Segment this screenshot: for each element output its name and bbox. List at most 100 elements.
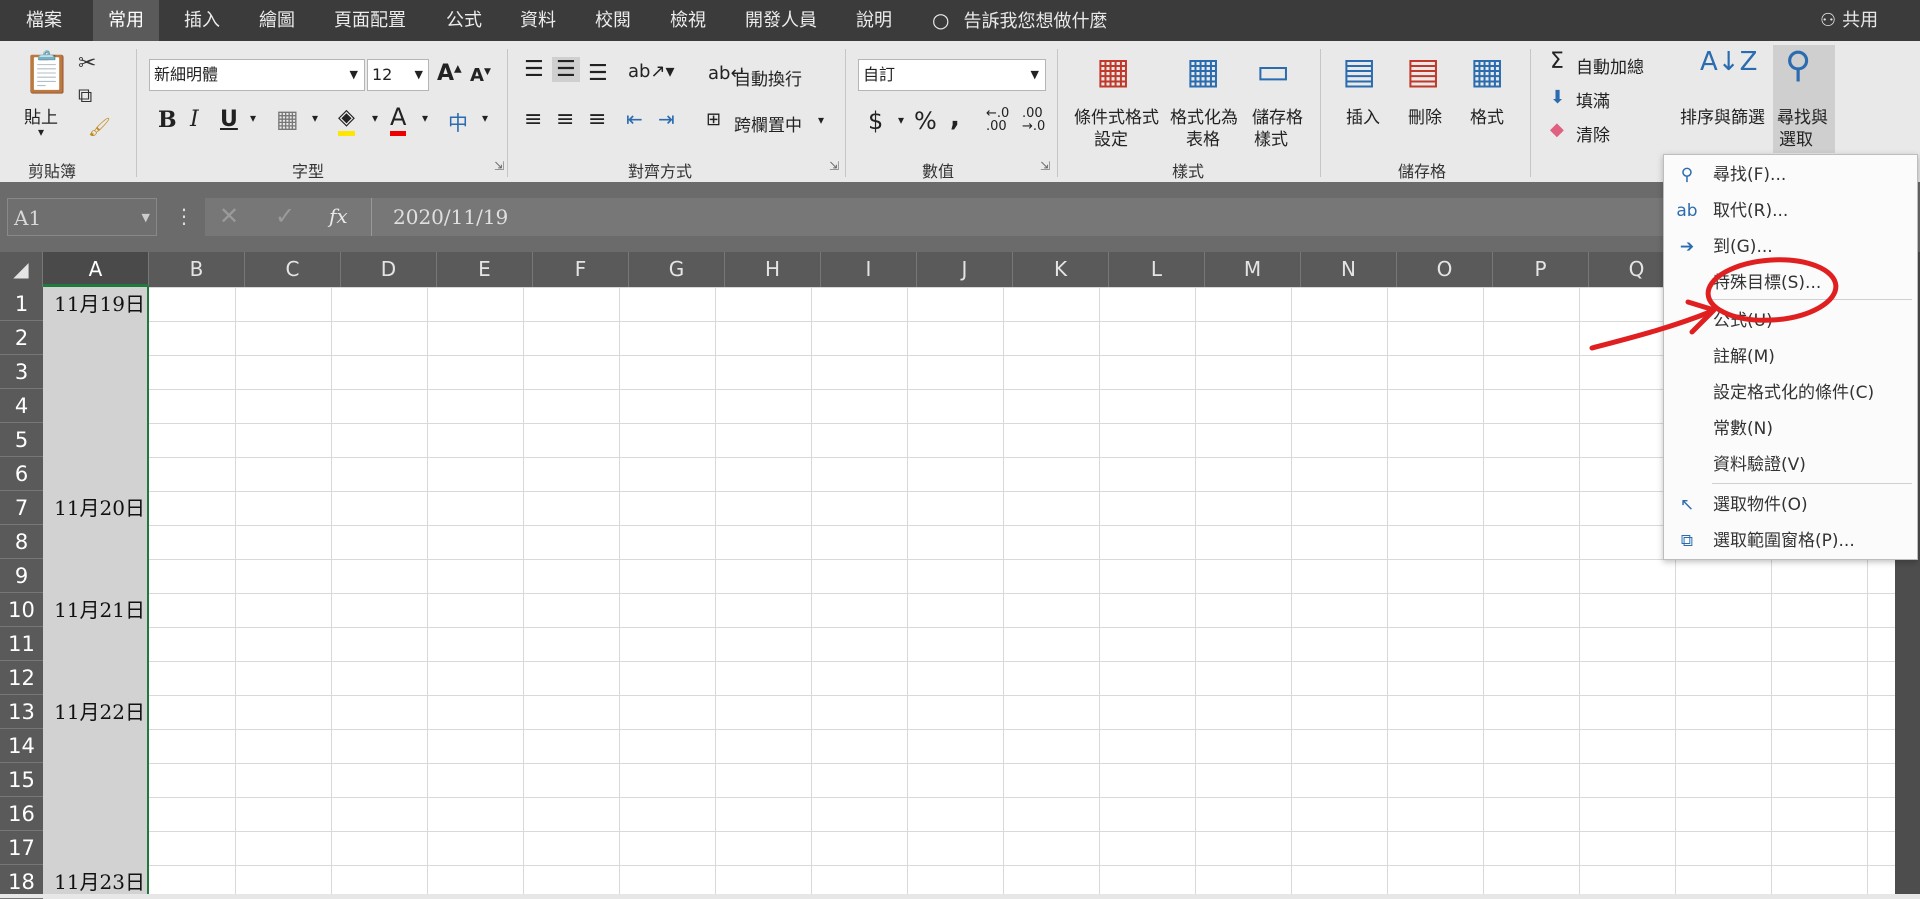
row-header-10[interactable]: 10 — [0, 593, 43, 627]
share-button[interactable]: ⚇ 共用 — [1820, 0, 1878, 41]
decrease-indent-icon[interactable]: ⇤ — [626, 107, 643, 131]
eraser-icon[interactable]: ◆ — [1550, 119, 1564, 140]
format-painter-icon[interactable]: 🖌 — [88, 117, 111, 138]
tab-data[interactable]: 資料 — [520, 0, 556, 41]
autosum-button[interactable]: 自動加總 — [1576, 53, 1644, 78]
phonetic-icon[interactable]: 中 — [448, 107, 468, 136]
column-header-k[interactable]: K — [1013, 252, 1109, 287]
sort-filter-button[interactable]: 排序與篩選 — [1680, 103, 1765, 128]
row-header-15[interactable]: 15 — [0, 763, 43, 797]
row-header-11[interactable]: 11 — [0, 627, 43, 661]
tab-developer[interactable]: 開發人員 — [745, 0, 817, 41]
column-header-j[interactable]: J — [917, 252, 1013, 287]
menu-item-7[interactable]: 設定格式化的條件(C) — [1664, 377, 1917, 409]
tell-me-search[interactable]: ○ 告訴我您想做什麼 — [932, 0, 1107, 41]
cell-a10[interactable]: 11月21日 — [43, 593, 149, 627]
increase-indent-icon[interactable]: ⇥ — [658, 107, 675, 131]
conditional-formatting-button-line2[interactable]: 設定 — [1094, 125, 1128, 150]
row-header-2[interactable]: 2 — [0, 321, 43, 355]
column-header-i[interactable]: I — [821, 252, 917, 287]
worksheet-grid[interactable] — [43, 287, 1895, 894]
borders-dropdown-icon[interactable]: ▾ — [312, 111, 318, 125]
column-header-b[interactable]: B — [149, 252, 245, 287]
tab-home[interactable]: 常用 — [93, 0, 159, 41]
align-left-icon[interactable]: ≡ — [524, 107, 542, 132]
selected-column-a[interactable] — [43, 287, 149, 894]
dialog-launcher-icon[interactable]: ⇲ — [829, 159, 839, 173]
orientation-icon[interactable]: ab↗▾ — [628, 61, 675, 82]
row-header-4[interactable]: 4 — [0, 389, 43, 423]
insert-cells-icon[interactable]: ▤ — [1342, 51, 1376, 92]
more-icon[interactable]: ⋮ — [174, 204, 194, 228]
menu-item-11[interactable]: ⧉ 選取範圍窗格(P)... — [1664, 525, 1917, 557]
cell-a1[interactable]: 11月19日 — [43, 287, 149, 321]
fill-down-icon[interactable]: ⬇ — [1550, 87, 1565, 108]
row-header-14[interactable]: 14 — [0, 729, 43, 763]
row-header-8[interactable]: 8 — [0, 525, 43, 559]
name-box[interactable]: A1 ▼ — [7, 198, 157, 236]
conditional-formatting-icon[interactable]: ▦ — [1096, 51, 1130, 92]
shrink-font-button[interactable]: A▼ — [470, 65, 491, 86]
clear-button[interactable]: 清除 — [1576, 121, 1610, 146]
menu-item-1[interactable]: ⚲ 尋找(F)... — [1664, 159, 1917, 191]
row-header-17[interactable]: 17 — [0, 831, 43, 865]
cell-styles-icon[interactable]: ▭ — [1256, 51, 1290, 92]
number-format-select[interactable]: 自訂 ▼ — [858, 59, 1046, 91]
dialog-launcher-icon[interactable]: ⇲ — [1040, 159, 1050, 173]
align-top-icon[interactable]: ☰ — [524, 57, 544, 82]
row-header-12[interactable]: 12 — [0, 661, 43, 695]
sort-filter-icon[interactable]: A↓Z — [1700, 47, 1757, 77]
percent-button[interactable]: % — [914, 107, 937, 135]
column-header-e[interactable]: E — [437, 252, 533, 287]
column-header-o[interactable]: O — [1397, 252, 1493, 287]
copy-icon[interactable]: ⧉ — [78, 83, 92, 107]
align-right-icon[interactable]: ≡ — [588, 107, 606, 132]
underline-dropdown-icon[interactable]: ▾ — [250, 111, 256, 125]
tab-insert[interactable]: 插入 — [184, 0, 220, 41]
font-color-icon[interactable]: A — [390, 103, 407, 136]
cell-a7[interactable]: 11月20日 — [43, 491, 149, 525]
enter-icon[interactable]: ✓ — [275, 202, 295, 230]
format-cells-button[interactable]: 格式 — [1470, 103, 1504, 128]
fill-button[interactable]: 填滿 — [1576, 87, 1610, 112]
font-name-select[interactable]: 新細明體 ▼ — [149, 59, 365, 91]
tab-page-layout[interactable]: 頁面配置 — [334, 0, 406, 41]
underline-button[interactable]: U — [220, 107, 238, 132]
insert-cells-button[interactable]: 插入 — [1346, 103, 1380, 128]
merge-center-icon[interactable]: ⊞ — [706, 109, 721, 130]
delete-cells-icon[interactable]: ▤ — [1406, 51, 1440, 92]
delete-cells-button[interactable]: 刪除 — [1408, 103, 1442, 128]
find-select-button[interactable]: ⚲ 尋找與 選取 — [1773, 45, 1835, 153]
row-header-1[interactable]: 1 — [0, 287, 43, 321]
column-header-c[interactable]: C — [245, 252, 341, 287]
column-header-d[interactable]: D — [341, 252, 437, 287]
font-color-dropdown-icon[interactable]: ▾ — [422, 111, 428, 125]
paste-icon[interactable]: 📋 — [22, 49, 72, 96]
align-bottom-icon[interactable]: ☰ — [588, 61, 608, 86]
merge-center-button[interactable]: 跨欄置中 — [734, 111, 802, 136]
dialog-launcher-icon[interactable]: ⇲ — [494, 159, 504, 173]
column-header-m[interactable]: M — [1205, 252, 1301, 287]
merge-dropdown-icon[interactable]: ▾ — [818, 113, 824, 127]
align-middle-icon[interactable]: ☰ — [552, 57, 580, 82]
comma-button[interactable]: , — [950, 103, 960, 133]
tab-view[interactable]: 檢視 — [670, 0, 706, 41]
cancel-icon[interactable]: ✕ — [219, 202, 239, 230]
cut-icon[interactable]: ✂ — [78, 51, 96, 76]
tab-review[interactable]: 校閱 — [595, 0, 631, 41]
borders-icon[interactable]: ▦ — [276, 105, 299, 133]
select-all-corner[interactable]: ◢ — [0, 252, 43, 287]
phonetic-dropdown-icon[interactable]: ▾ — [482, 111, 488, 125]
tab-formulas[interactable]: 公式 — [446, 0, 482, 41]
column-header-f[interactable]: F — [533, 252, 629, 287]
align-center-icon[interactable]: ≡ — [556, 107, 574, 132]
decrease-decimal-icon[interactable]: .00 →.0 — [1022, 107, 1045, 133]
format-as-table-button-line2[interactable]: 表格 — [1186, 125, 1220, 150]
paste-dropdown-icon[interactable]: ▾ — [38, 125, 44, 139]
row-header-5[interactable]: 5 — [0, 423, 43, 457]
row-header-3[interactable]: 3 — [0, 355, 43, 389]
increase-decimal-icon[interactable]: ←.0.00 — [986, 107, 1009, 133]
tab-help[interactable]: 說明 — [856, 0, 892, 41]
currency-button[interactable]: $ — [868, 107, 883, 135]
row-header-6[interactable]: 6 — [0, 457, 43, 491]
